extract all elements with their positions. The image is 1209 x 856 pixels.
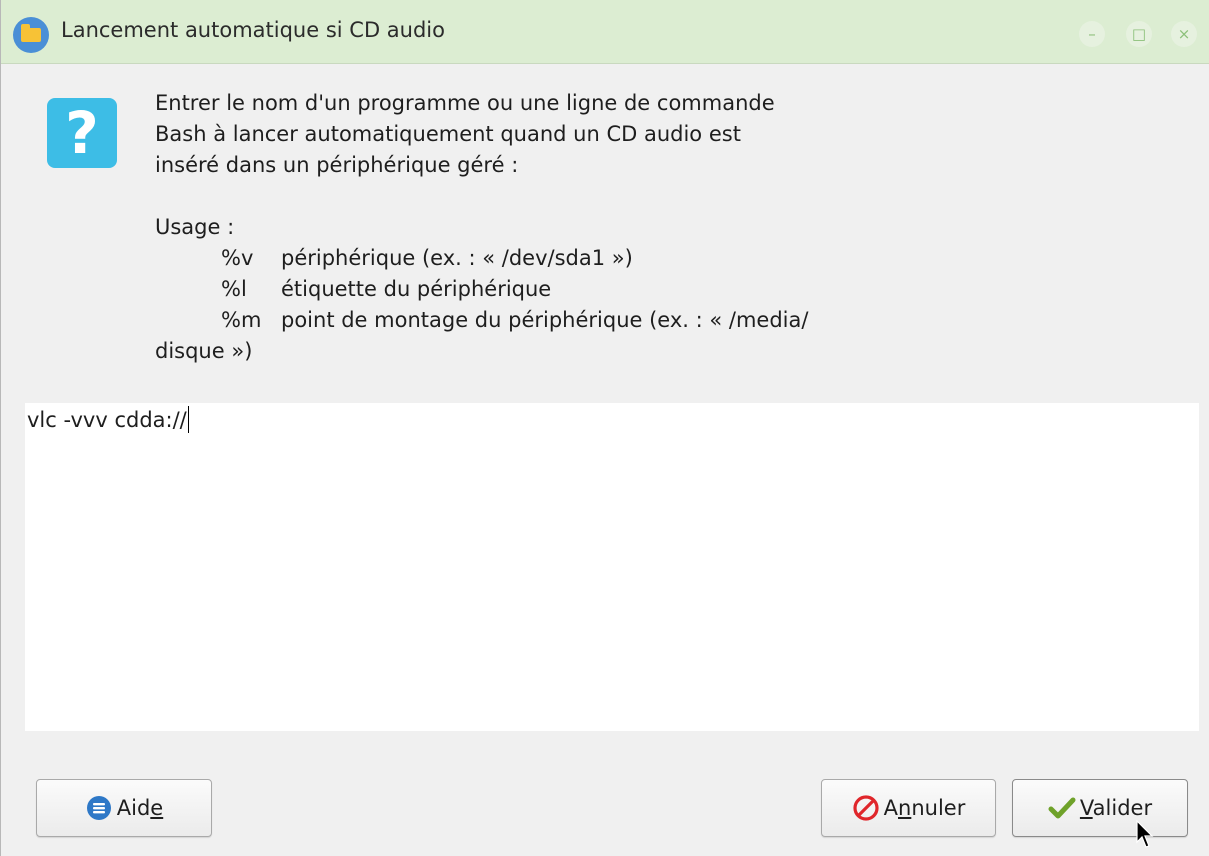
checkmark-icon <box>1048 797 1076 819</box>
minimize-button[interactable]: – <box>1079 21 1105 47</box>
usage-desc: point de montage du périphérique (ex. : … <box>281 308 809 332</box>
usage-item: %l étiquette du périphérique <box>155 274 935 305</box>
window-title: Lancement automatique si CD audio <box>61 18 445 42</box>
maximize-button[interactable]: □ <box>1126 21 1152 47</box>
usage-desc: périphérique (ex. : « /dev/sda1 ») <box>281 246 633 270</box>
message-line: inséré dans un périphérique géré : <box>155 153 519 177</box>
help-button-label: Aide <box>116 796 164 820</box>
message-line: Entrer le nom d'un programme ou une lign… <box>155 91 775 115</box>
cancel-button-label: Annuler <box>883 796 966 820</box>
usage-title: Usage : <box>155 215 235 239</box>
usage-block: Usage : %v périphérique (ex. : « /dev/sd… <box>155 212 935 367</box>
dialog-message: Entrer le nom d'un programme ou une lign… <box>155 88 935 367</box>
message-line: Bash à lancer automatiquement quand un C… <box>155 122 741 146</box>
usage-wrap-text: disque ») <box>155 339 253 363</box>
cancel-button[interactable]: Annuler <box>821 779 996 837</box>
command-input[interactable]: vlc -vvv cdda:// <box>25 403 1199 731</box>
question-icon: ? <box>47 98 117 168</box>
folder-app-icon <box>13 17 49 53</box>
usage-item: %m point de montage du périphérique (ex.… <box>155 305 935 336</box>
close-button[interactable]: × <box>1171 21 1197 47</box>
mouse-pointer-icon <box>1136 820 1154 848</box>
usage-code: %m <box>221 308 262 332</box>
usage-code: %l <box>221 277 247 301</box>
help-icon <box>86 796 111 820</box>
help-button[interactable]: Aide <box>36 779 212 837</box>
usage-desc: étiquette du périphérique <box>281 277 552 301</box>
ok-button-label: Valider <box>1079 796 1153 820</box>
usage-code: %v <box>221 246 254 270</box>
dialog-window: Lancement automatique si CD audio – □ × … <box>0 0 1209 856</box>
title-bar[interactable]: Lancement automatique si CD audio – □ × <box>1 0 1209 64</box>
cancel-icon <box>853 795 879 821</box>
usage-item: %v périphérique (ex. : « /dev/sda1 ») <box>155 243 935 274</box>
command-text: vlc -vvv cdda:// <box>27 408 187 432</box>
text-caret <box>187 406 189 433</box>
ok-button[interactable]: Valider <box>1012 779 1188 837</box>
